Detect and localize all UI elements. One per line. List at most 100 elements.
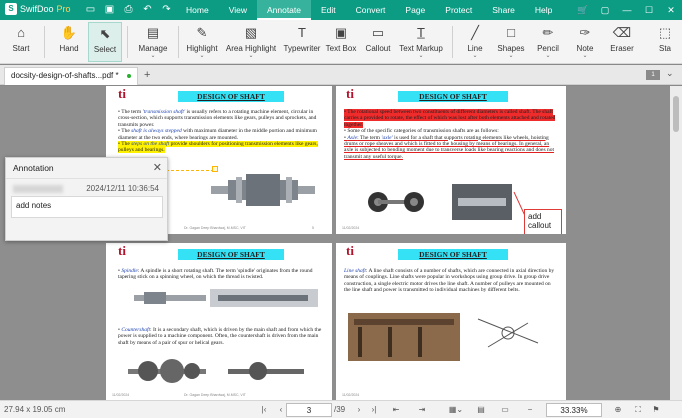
page-footer: Dr. Gagan Deep Bhardwaj, M.MSC, VIT	[184, 393, 246, 397]
undo-icon[interactable]: ↶	[141, 3, 154, 16]
menu-protect[interactable]: Protect	[435, 0, 482, 20]
menu-home[interactable]: Home	[176, 0, 219, 20]
red-underline: • Axle: The term 'axle' is used for a sh…	[344, 134, 555, 160]
area-highlight-label: Area Highlight	[225, 44, 277, 53]
page-date: 11/02/2024	[112, 393, 130, 397]
menu-share[interactable]: Share	[482, 0, 525, 20]
annotation-date: 2024/12/11 10:36:54	[86, 184, 159, 193]
menu-view[interactable]: View	[219, 0, 257, 20]
single-page-icon[interactable]: ▭	[498, 403, 512, 417]
app-name: SwifDoo	[20, 4, 54, 14]
save-icon[interactable]: ▣	[103, 3, 116, 16]
callout-button[interactable]: ▭ Callout	[362, 22, 394, 62]
status-bar: 27.94 x 19.05 cm |‹ ‹ 3 /39 › ›| ⇤ ⇥ ▦⌄ …	[0, 400, 682, 418]
hand-button[interactable]: ✋ Hand	[52, 22, 86, 62]
note-icon: ✑	[579, 25, 591, 40]
text-box-button[interactable]: ▣ Text Box	[324, 22, 358, 62]
last-page-icon[interactable]: ›|	[368, 403, 380, 417]
menu-convert[interactable]: Convert	[346, 0, 396, 20]
pencil-label: Pencil	[537, 44, 559, 53]
total-pages: /39	[334, 405, 346, 414]
page-layout-icon[interactable]: ▦⌄	[448, 403, 464, 417]
line-icon: ╱	[471, 25, 479, 40]
eraser-button[interactable]: ⌫ Eraser	[606, 22, 638, 62]
redo-icon[interactable]: ↷	[160, 3, 173, 16]
shapes-label: Shapes	[497, 44, 525, 53]
first-page-icon[interactable]: |‹	[258, 403, 270, 417]
university-logo: ti	[346, 86, 354, 101]
maximize-button[interactable]: ☐	[638, 0, 660, 20]
annotation-author-blurred	[13, 185, 63, 193]
text-markup-button[interactable]: T̲ Text Markup ⌄	[396, 22, 446, 62]
swifdoo-logo-icon: S	[5, 3, 17, 15]
typewriter-button[interactable]: T Typewriter	[282, 22, 322, 62]
start-button[interactable]: ⌂ Start	[4, 22, 38, 62]
fit-page-icon[interactable]: ⇥	[416, 403, 428, 417]
document-workspace[interactable]: ti DESIGN OF SHAFT • The term 'transmiss…	[0, 86, 670, 400]
folder-open-icon[interactable]: ▭	[84, 3, 97, 16]
next-page-icon[interactable]: ›	[353, 403, 365, 417]
note-button[interactable]: ✑ Note ⌄	[570, 22, 600, 62]
zoom-level-input[interactable]: 33.33%	[546, 403, 602, 417]
annotation-popup[interactable]: Annotation ✕ 2024/12/11 10:36:54 add not…	[5, 157, 168, 241]
vertical-scrollbar[interactable]	[670, 86, 682, 400]
document-tab-bar: docsity-design-of-shafts...pdf * + 1 ⌄	[0, 65, 682, 85]
manage-label: Manage	[138, 44, 168, 53]
page-body-text: • The rotational speed between two const…	[344, 109, 556, 160]
annotate-toolbar: ⌂ Start ✋ Hand ⬉ Select ▤ Manage ⌄ ✎ Highlight…	[0, 20, 682, 64]
fullscreen-icon[interactable]: ⛶	[632, 403, 644, 417]
close-window-button[interactable]: ✕	[660, 0, 682, 20]
select-button[interactable]: ⬉ Select	[88, 22, 122, 62]
chevron-down-icon[interactable]: ⌄	[666, 68, 674, 79]
page-number: 5	[312, 226, 314, 230]
area-highlight-button[interactable]: ▧ Area Highlight ⌄	[224, 22, 278, 62]
page-body-text: Line shaft: A line shaft consists of a n…	[344, 268, 555, 294]
text-box-icon: ▣	[334, 25, 348, 40]
zoom-out-icon[interactable]: −	[524, 403, 536, 417]
scrollbar-thumb[interactable]	[673, 96, 679, 132]
typewriter-icon: T	[298, 25, 306, 40]
menu-page[interactable]: Page	[395, 0, 435, 20]
university-logo: ti	[118, 86, 126, 101]
close-icon[interactable]: ✕	[153, 161, 162, 174]
main-menu: Home View Annotate Edit Convert Page Pro…	[176, 0, 562, 20]
page-title: DESIGN OF SHAFT	[398, 249, 508, 260]
note-anchor-icon[interactable]	[212, 166, 218, 172]
zoom-in-icon[interactable]: ⊕	[612, 403, 624, 417]
shapes-button[interactable]: □ Shapes ⌄	[496, 22, 526, 62]
start-label: Start	[12, 44, 30, 53]
page-date: 11/02/2024	[342, 226, 360, 230]
app-logo: S SwifDoo Pro	[5, 3, 71, 15]
minimize-button[interactable]: —	[616, 0, 638, 20]
callout-annotation[interactable]: add callout	[524, 209, 562, 234]
cart-icon[interactable]: 🛒	[572, 0, 594, 20]
university-logo: ti	[346, 243, 354, 258]
document-tab[interactable]: docsity-design-of-shafts...pdf *	[4, 67, 138, 85]
annotation-note-input[interactable]: add notes	[11, 196, 163, 218]
fit-width-icon[interactable]: ⇤	[390, 403, 402, 417]
new-tab-plus-icon[interactable]: +	[144, 69, 150, 81]
pencil-icon: ✏	[542, 25, 554, 40]
highlight-button[interactable]: ✎ Highlight ⌄	[184, 22, 220, 62]
page-number-input[interactable]: 3	[286, 403, 332, 417]
highlight-label: Highlight	[186, 44, 218, 53]
line-button[interactable]: ╱ Line ⌄	[460, 22, 490, 62]
print-icon[interactable]: ⎙	[122, 3, 135, 16]
pdf-page-8[interactable]: ti DESIGN OF SHAFT Line shaft: A line sh…	[336, 243, 566, 400]
manage-button[interactable]: ▤ Manage ⌄	[134, 22, 172, 62]
bookmark-icon[interactable]: ⚑	[650, 403, 662, 417]
countershaft-images	[128, 359, 304, 383]
pencil-button[interactable]: ✏ Pencil ⌄	[532, 22, 564, 62]
stamp-button[interactable]: ⬚ Sta	[650, 22, 680, 62]
account-icon[interactable]: ▢	[594, 0, 616, 20]
callout-icon: ▭	[371, 25, 385, 40]
pdf-page-7[interactable]: ti DESIGN OF SHAFT • Spindle: A spindle …	[106, 243, 332, 400]
page-date: 11/02/2024	[342, 393, 360, 397]
menu-edit[interactable]: Edit	[311, 0, 346, 20]
menu-help[interactable]: Help	[525, 0, 562, 20]
pdf-page-6[interactable]: ti DESIGN OF SHAFT • The rotational spee…	[336, 86, 566, 234]
page-thumbnail-badge[interactable]: 1	[646, 70, 660, 80]
continuous-view-icon[interactable]: ▤	[474, 403, 488, 417]
cursor-icon: ⬉	[99, 26, 111, 41]
menu-annotate[interactable]: Annotate	[256, 0, 311, 20]
